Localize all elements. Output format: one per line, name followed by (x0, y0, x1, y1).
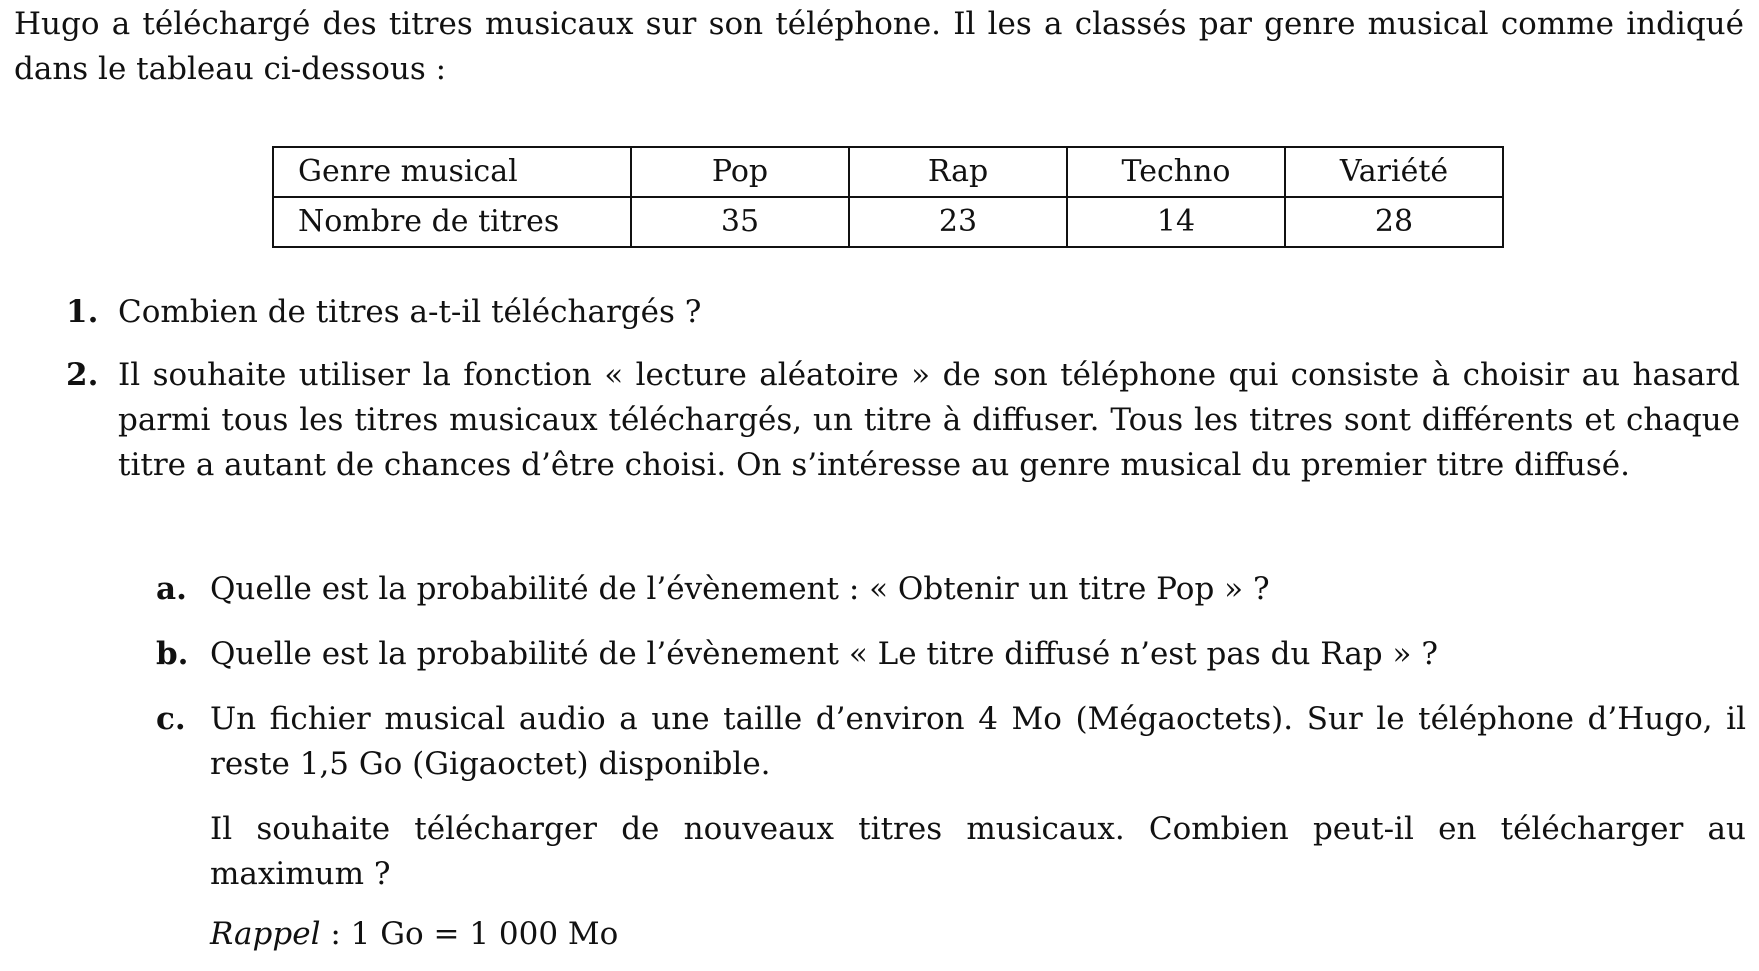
count-cell-techno: 14 (1066, 196, 1286, 248)
question-2a-text: Quelle est la probabilité de l’évènement… (210, 571, 1270, 607)
rappel-label: Rappel (210, 916, 321, 952)
count-cell-variete: 28 (1284, 196, 1504, 248)
genre-cell-rap: Rap (848, 146, 1068, 198)
question-2b-letter: b. (156, 636, 189, 672)
question-2-number: 2. (66, 357, 99, 393)
rappel-note: Rappel : 1 Go = 1 000 Mo (210, 912, 618, 957)
table-count-row: Nombre de titres 35 23 14 28 (272, 196, 1504, 248)
count-cell-pop: 35 (630, 196, 850, 248)
question-2-text: Il souhaite utiliser la fonction « lectu… (118, 357, 1740, 483)
genre-cell-techno: Techno (1066, 146, 1286, 198)
genre-cell-variete: Variété (1284, 146, 1504, 198)
count-cell-rap: 23 (848, 196, 1068, 248)
genre-cell-pop: Pop (630, 146, 850, 198)
question-1-number: 1. (66, 294, 99, 330)
count-label-cell: Nombre de titres (272, 196, 632, 248)
question-2b-text: Quelle est la probabilité de l’évènement… (210, 636, 1438, 672)
table-header-row: Genre musical Pop Rap Techno Variété (272, 146, 1504, 198)
header-label-cell: Genre musical (272, 146, 632, 198)
question-2a-letter: a. (156, 571, 187, 607)
genre-table: Genre musical Pop Rap Techno Variété Nom… (272, 146, 1504, 248)
question-1-text: Combien de titres a-t-il téléchargés ? (118, 294, 702, 330)
intro-paragraph: Hugo a téléchargé des titres musicaux su… (14, 6, 1744, 87)
genre-table-wrapper: Genre musical Pop Rap Techno Variété Nom… (272, 146, 1504, 248)
rappel-text: : 1 Go = 1 000 Mo (320, 916, 619, 952)
question-2c-text: Un fichier musical audio a une taille d’… (210, 701, 1746, 782)
exercise-page: Hugo a téléchargé des titres musicaux su… (0, 0, 1759, 971)
question-2c-letter: c. (156, 701, 186, 737)
question-2c-text-2: Il souhaite télécharger de nouveaux titr… (210, 811, 1746, 892)
